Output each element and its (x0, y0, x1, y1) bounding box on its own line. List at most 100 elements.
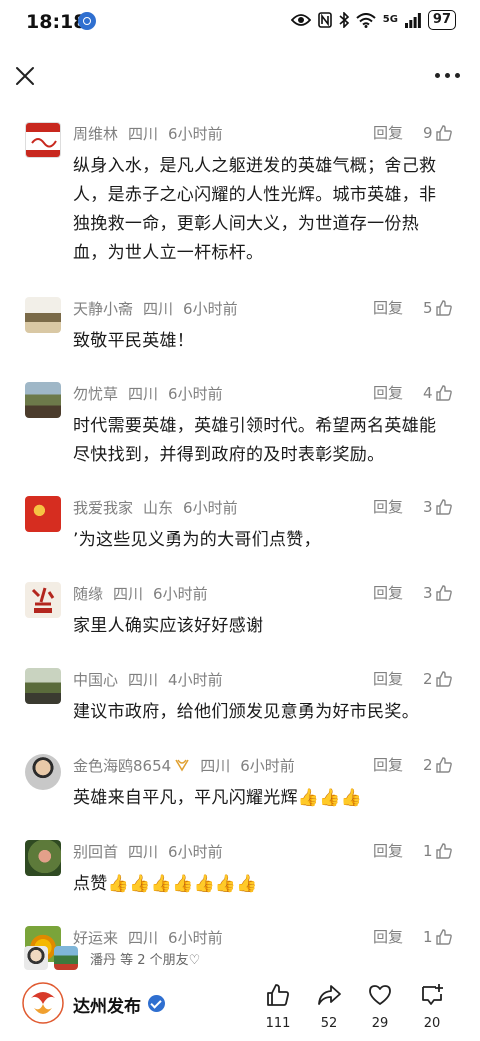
friends-liked-text: 潘丹 等 2 个朋友♡ (90, 952, 201, 968)
like-count: 3 (423, 498, 433, 516)
friend-avatar (24, 946, 48, 970)
more-icon[interactable] (435, 73, 460, 78)
comment-meta: 中国心 四川 4小时前 (73, 668, 223, 690)
comment-meta: 勿忧草 四川 6小时前 (73, 382, 223, 404)
reply-button[interactable]: 回复 (373, 754, 403, 776)
avatar[interactable] (25, 496, 61, 532)
avatar[interactable] (25, 668, 61, 704)
comment-text: 时代需要英雄，英雄引领时代。希望两名英雄能尽快找到，并得到政府的及时表彰奖励。 (73, 416, 437, 465)
badge-icon (175, 759, 189, 772)
comment-author[interactable]: 我爱我家 (73, 497, 133, 518)
bottom-bar: 达州发布 111 52 29 20 (0, 976, 480, 1041)
like-count: 5 (423, 299, 433, 317)
comment-region: 四川 (113, 584, 144, 603)
thumb-up-icon (435, 385, 452, 401)
comment-like-button[interactable]: 1 (423, 840, 453, 862)
comment-author[interactable]: 周维林 (73, 123, 118, 144)
like-count: 111 (265, 1016, 291, 1031)
avatar[interactable] (25, 122, 61, 158)
comment-meta: 随缘 四川 6小时前 (73, 582, 208, 604)
comment-time: 6小时前 (183, 299, 238, 318)
battery-indicator: 97 (427, 10, 456, 30)
comment-like-button[interactable]: 2 (423, 754, 453, 776)
comment-like-button[interactable]: 5 (423, 297, 453, 319)
comment-like-button[interactable]: 9 (423, 122, 453, 144)
comment-text: 建议市政府，给他们颁发见意勇为好市民奖。 (73, 702, 419, 722)
like-count: 1 (423, 928, 433, 946)
favorite-button[interactable]: 29 (355, 982, 405, 1031)
avatar[interactable] (25, 297, 61, 333)
comment-like-button[interactable]: 4 (423, 382, 453, 404)
account-name[interactable]: 达州发布 (73, 992, 141, 1017)
thumb-up-icon (435, 585, 452, 601)
friend-avatar (54, 946, 78, 970)
comment-meta: 别回首 四川 6小时前 (73, 840, 223, 862)
verified-icon (148, 995, 165, 1012)
close-icon[interactable] (12, 63, 38, 89)
like-count: 1 (423, 842, 433, 860)
reply-button[interactable]: 回复 (373, 668, 403, 690)
share-button[interactable]: 52 (304, 982, 354, 1031)
reply-button[interactable]: 回复 (373, 122, 403, 144)
eye-icon (290, 14, 311, 26)
thumb-up-icon (435, 843, 452, 859)
favorite-count: 29 (371, 1016, 389, 1031)
comment-author[interactable]: 中国心 (73, 669, 118, 690)
comment-add-icon (422, 984, 443, 1005)
like-button[interactable]: 111 (253, 982, 303, 1031)
avatar[interactable] (25, 582, 61, 618)
comment-like-button[interactable]: 1 (423, 926, 453, 948)
thumb-up-icon (435, 300, 452, 316)
comment-time: 6小时前 (183, 498, 238, 517)
comment-time: 6小时前 (168, 124, 223, 143)
comment-meta: 周维林 四川 6小时前 (73, 122, 223, 144)
nfc-icon (317, 12, 332, 28)
thumb-up-icon (435, 125, 452, 141)
comment-time: 6小时前 (168, 842, 223, 861)
comment-meta: 我爱我家 山东 6小时前 (73, 496, 238, 518)
avatar[interactable] (25, 382, 61, 418)
reply-button[interactable]: 回复 (373, 297, 403, 319)
comment-author[interactable]: 金色海鸥8654 (73, 755, 171, 776)
status-icons: 5G 97 (290, 10, 456, 30)
wifi-icon (356, 12, 376, 28)
thumb-up-icon (435, 671, 452, 687)
comment-text: 点赞👍👍👍👍👍👍👍 (73, 874, 258, 894)
avatar[interactable] (25, 754, 61, 790)
comment-like-button[interactable]: 3 (423, 582, 453, 604)
comment-text: 致敬平民英雄！ (73, 331, 195, 351)
thumb-up-icon (435, 499, 452, 515)
network-type: 5G (382, 14, 398, 25)
like-count: 3 (423, 584, 433, 602)
comment-meta: 天静小斋 四川 6小时前 (73, 297, 238, 319)
comment-region: 四川 (128, 384, 159, 403)
friends-liked[interactable]: 潘丹 等 2 个朋友♡ (24, 944, 200, 972)
like-count: 2 (423, 756, 433, 774)
reply-button[interactable]: 回复 (373, 840, 403, 862)
reply-button[interactable]: 回复 (373, 926, 403, 948)
share-icon (318, 985, 341, 1005)
comment-region: 四川 (200, 756, 231, 775)
comment-author[interactable]: 随缘 (73, 583, 103, 604)
comment-author[interactable]: 天静小斋 (73, 298, 133, 319)
comment-like-button[interactable]: 3 (423, 496, 453, 518)
brand-logo[interactable] (22, 982, 64, 1024)
comment-region: 四川 (128, 124, 159, 143)
comment-like-button[interactable]: 2 (423, 668, 453, 690)
reply-button[interactable]: 回复 (373, 582, 403, 604)
reply-button[interactable]: 回复 (373, 496, 403, 518)
comment-author[interactable]: 勿忧草 (73, 383, 118, 404)
heart-icon (369, 985, 391, 1005)
comment-text: 家里人确实应该好好感谢 (73, 616, 264, 636)
comment-region: 四川 (128, 670, 159, 689)
thumb-up-icon (435, 929, 452, 945)
comment-text: ’为这些见义勇为的大哥们点赞， (73, 530, 321, 550)
comment-time: 4小时前 (168, 670, 223, 689)
like-count: 2 (423, 670, 433, 688)
comment-button[interactable]: 20 (407, 982, 457, 1031)
reply-button[interactable]: 回复 (373, 382, 403, 404)
avatar[interactable] (25, 840, 61, 876)
comment-region: 四川 (128, 842, 159, 861)
comment-author[interactable]: 别回首 (73, 841, 118, 862)
bluetooth-icon (339, 12, 349, 28)
